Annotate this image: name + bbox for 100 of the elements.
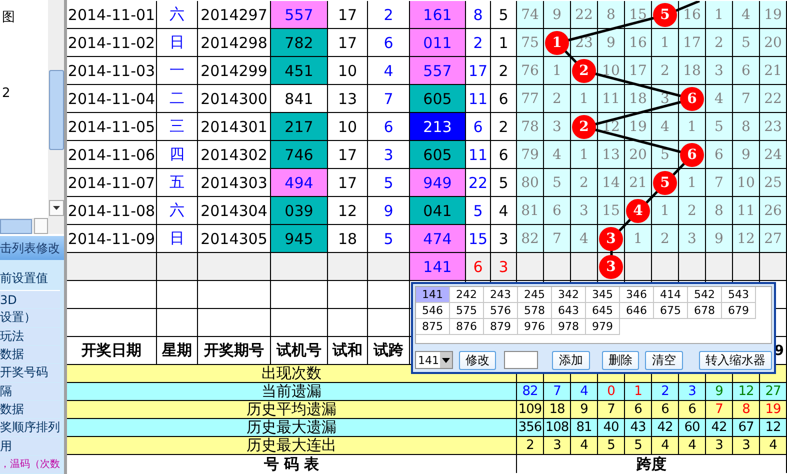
miss-count: 2 xyxy=(580,174,588,190)
tree-item[interactable]: 2 xyxy=(0,86,48,101)
list-item[interactable]: 玩法 xyxy=(0,328,60,346)
number-item[interactable]: 342 xyxy=(552,287,586,303)
list-item[interactable]: 奖顺序排列 xyxy=(0,419,60,438)
number-item[interactable]: 345 xyxy=(586,287,620,303)
dialog-button[interactable]: 转入缩水器 xyxy=(698,350,772,370)
miss-count: 7 xyxy=(552,230,562,246)
number-item[interactable]: 879 xyxy=(484,319,518,335)
table-cell: 5 xyxy=(368,169,410,197)
list-item[interactable]: 数据 xyxy=(0,346,60,364)
number-ball: 3 xyxy=(599,254,623,278)
stat-label: 当前遗漏 xyxy=(67,383,517,401)
table-cell: 22 xyxy=(466,169,491,197)
stat-value: 2 xyxy=(661,384,669,399)
column-header: 试跨 xyxy=(374,341,404,360)
number-item[interactable]: 978 xyxy=(552,319,586,335)
input-field[interactable] xyxy=(504,351,538,369)
down-arrow-icon xyxy=(52,206,60,210)
dialog-button[interactable]: 清空 xyxy=(645,350,683,370)
dialog-button[interactable]: 添加 xyxy=(552,350,590,370)
miss-count: 8 xyxy=(742,118,750,134)
miss-count: 20 xyxy=(629,146,647,162)
list-item[interactable]: 设置） xyxy=(0,309,60,328)
dialog-button[interactable]: 修改 xyxy=(458,350,496,370)
number-item[interactable]: 578 xyxy=(518,303,552,319)
stat-value: 4 xyxy=(688,438,696,453)
number-item[interactable]: 645 xyxy=(586,303,620,319)
number-item[interactable]: 542 xyxy=(688,287,722,303)
column-header: 开奖期号 xyxy=(204,341,264,360)
table-cell: 17 xyxy=(328,29,368,57)
table-cell: 一 xyxy=(157,57,198,85)
miss-count: 81 xyxy=(521,202,539,218)
dialog-button[interactable]: 删除 xyxy=(602,350,640,370)
number-item[interactable]: 546 xyxy=(416,303,450,319)
stat-value: 67 xyxy=(738,420,754,435)
table-cell: 2014-11-02 xyxy=(67,29,157,57)
table-cell: 5 xyxy=(466,197,491,225)
table-cell: 474 xyxy=(410,225,466,253)
number-ball: 1 xyxy=(545,30,569,54)
miss-count: 19 xyxy=(764,6,782,22)
stat-value: 6 xyxy=(634,402,642,417)
number-item[interactable]: 543 xyxy=(722,287,756,303)
list-item[interactable]: 隔 xyxy=(0,382,60,401)
miss-count: 1 xyxy=(660,202,670,218)
list-item[interactable]: 数据 xyxy=(0,400,60,420)
number-item[interactable]: 575 xyxy=(450,303,484,319)
table-cell: 557 xyxy=(271,1,328,29)
miss-count: 8 xyxy=(714,202,724,218)
stat-value: 27 xyxy=(765,384,781,399)
number-item[interactable]: 242 xyxy=(450,287,484,303)
number-ball: 2 xyxy=(572,114,596,138)
stat-value: 3 xyxy=(688,384,696,399)
number-item[interactable]: 576 xyxy=(484,303,518,319)
table-cell: 二 xyxy=(157,85,198,113)
tree-item[interactable]: 图 xyxy=(0,8,48,26)
number-item[interactable]: 346 xyxy=(620,287,654,303)
table-cell: 217 xyxy=(271,113,328,141)
number-item[interactable]: 976 xyxy=(518,319,552,335)
table-cell: 2014-11-01 xyxy=(67,1,157,29)
number-item[interactable]: 679 xyxy=(722,303,756,319)
number-item[interactable]: 646 xyxy=(620,303,654,319)
number-item[interactable]: 875 xyxy=(416,319,450,335)
stat-value: 5 xyxy=(607,438,615,453)
miss-count: 2 xyxy=(660,230,670,246)
table-cell: 四 xyxy=(157,141,198,169)
miss-count: 6 xyxy=(714,146,724,162)
table-cell: 2 xyxy=(466,29,491,57)
table-cell: 2 xyxy=(368,1,410,29)
number-select[interactable]: 141 xyxy=(415,351,453,369)
table-cell: 2014299 xyxy=(198,57,271,85)
list-item[interactable]: 用 xyxy=(0,437,60,456)
miss-count: 11 xyxy=(737,202,755,218)
number-item[interactable]: 141 xyxy=(416,287,450,303)
number-item[interactable]: 979 xyxy=(586,319,620,335)
table-cell: 15 xyxy=(466,225,491,253)
horizontal-scrollbar[interactable] xyxy=(0,218,64,234)
list-item[interactable]: 开奖号码 xyxy=(0,364,60,383)
miss-count: 1 xyxy=(580,146,588,162)
vertical-scrollbar[interactable] xyxy=(48,0,64,218)
table-cell: 4 xyxy=(368,57,410,85)
table-cell: 2014-11-03 xyxy=(67,57,157,85)
miss-count: 74 xyxy=(521,6,539,22)
number-item[interactable]: 678 xyxy=(688,303,722,319)
stat-value: 42 xyxy=(711,420,727,435)
list-item[interactable]: ，温码（次数 xyxy=(0,456,60,474)
stat-value: 40 xyxy=(603,420,619,435)
number-item[interactable]: 675 xyxy=(654,303,688,319)
miss-count: 21 xyxy=(629,174,647,190)
number-item[interactable]: 643 xyxy=(552,303,586,319)
number-ball: 3 xyxy=(599,226,623,250)
miss-count: 15 xyxy=(602,202,620,218)
number-item[interactable]: 414 xyxy=(654,287,688,303)
number-item[interactable]: 876 xyxy=(450,319,484,335)
list-item[interactable]: 3D xyxy=(0,291,60,310)
number-item[interactable]: 245 xyxy=(518,287,552,303)
number-item[interactable]: 243 xyxy=(484,287,518,303)
table-cell xyxy=(368,253,410,281)
table-cell xyxy=(271,281,328,309)
table-cell: 5 xyxy=(491,1,517,29)
